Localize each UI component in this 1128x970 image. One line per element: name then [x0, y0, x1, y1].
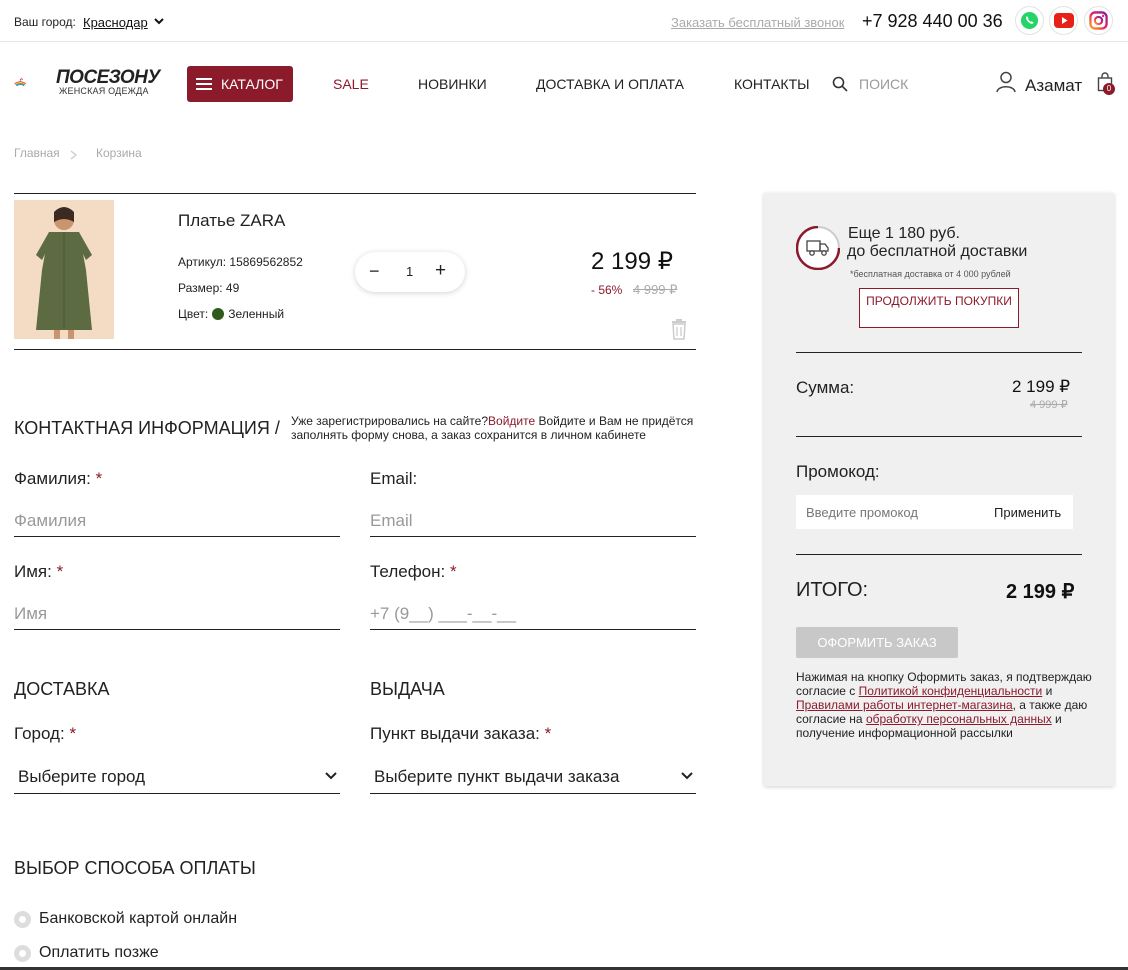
chevron-down-icon[interactable] [154, 16, 164, 26]
menu-icon [196, 78, 212, 90]
promo-apply-button[interactable]: Применить [994, 505, 1061, 520]
color-label: Цвет: [178, 307, 209, 321]
chevron-down-icon[interactable] [325, 772, 337, 780]
surname-label: Фамилия: * [14, 469, 103, 488]
nav-contacts[interactable]: КОНТАКТЫ [734, 76, 810, 92]
product-size: Размер: 49 [178, 281, 240, 295]
registration-note: Уже зарегистрировались на сайте?Войдите … [291, 414, 711, 442]
breadcrumb-cart: Корзина [96, 146, 142, 160]
chevron-down-icon[interactable] [681, 772, 693, 780]
total-value: 2 199 ₽ [1006, 581, 1075, 603]
promo-input[interactable]: Введите промокод [806, 505, 918, 520]
nav-new[interactable]: НОВИНКИ [418, 76, 487, 92]
chevron-right-icon [70, 150, 78, 160]
email-label: Email: [370, 469, 418, 488]
qty-plus-button[interactable]: + [435, 260, 446, 282]
sum-value: 2 199 ₽ [1012, 377, 1071, 396]
delivery-section-title: ДОСТАВКА [14, 679, 110, 699]
divider [796, 436, 1082, 437]
city-selector[interactable]: Краснодар [83, 15, 148, 30]
consent-part: и [1042, 684, 1053, 698]
nav-delivery[interactable]: ДОСТАВКА И ОПЛАТА [536, 76, 684, 92]
divider [796, 554, 1082, 555]
qty-minus-button[interactable]: − [369, 261, 380, 282]
cart-count-badge: 0 [1103, 83, 1115, 95]
store-rules-link[interactable]: Правилами работы интернет-магазина [796, 698, 1013, 712]
email-field[interactable]: Email [370, 511, 413, 531]
payment-section-title: ВЫБОР СПОСОБА ОПЛАТЫ [14, 858, 256, 878]
search-icon[interactable] [832, 76, 848, 92]
payment-radio-card[interactable] [14, 911, 31, 928]
product-article: Артикул: 15869562852 [178, 255, 303, 269]
logo-subtitle: ЖЕНСКАЯ ОДЕЖДА [59, 86, 149, 96]
personal-data-link[interactable]: обработку персональных данных [866, 712, 1052, 726]
progress-ring-icon [796, 226, 840, 270]
pickup-field-label: Пункт выдачи заказа: * [370, 724, 552, 743]
place-order-button[interactable]: ОФОРМИТЬ ЗАКАЗ [796, 627, 958, 658]
youtube-icon[interactable] [1049, 6, 1078, 35]
color-swatch [212, 308, 225, 320]
catalog-button[interactable]: КАТАЛОГ [187, 66, 293, 102]
phone-number[interactable]: +7 928 440 00 36 [862, 11, 1003, 32]
field-underline [370, 536, 696, 537]
product-color: Цвет: Зеленный [178, 307, 284, 321]
field-underline [370, 793, 696, 794]
contact-section-title: КОНТАКТНАЯ ИНФОРМАЦИЯ / [14, 418, 280, 438]
nav-sale[interactable]: SALE [333, 76, 369, 92]
free-delivery-remaining: Еще 1 180 руб. [848, 225, 960, 242]
logo-hanger-icon[interactable] [14, 64, 58, 100]
divider [14, 349, 696, 350]
total-label: ИТОГО: [796, 579, 869, 601]
promo-code-box: Введите промокод Применить [796, 495, 1073, 529]
privacy-policy-link[interactable]: Политикой конфиденциальности [859, 684, 1043, 698]
surname-field[interactable]: Фамилия [14, 511, 86, 531]
divider [796, 352, 1082, 353]
instagram-icon[interactable] [1084, 6, 1113, 35]
user-icon[interactable] [996, 71, 1016, 93]
payment-option-later[interactable]: Оплатить позже [39, 944, 159, 962]
callback-link[interactable]: Заказать бесплатный звонок [671, 15, 844, 30]
quantity-stepper: − 1 + [355, 252, 465, 292]
pickup-section-title: ВЫДАЧА [370, 679, 445, 699]
catalog-label: КАТАЛОГ [221, 76, 283, 92]
note-text: Уже зарегистрировались на сайте? [291, 414, 489, 428]
breadcrumb-home[interactable]: Главная [14, 146, 60, 160]
qty-value[interactable]: 1 [406, 264, 413, 279]
name-field[interactable]: Имя [14, 604, 47, 624]
discount-badge: - 56% [591, 283, 623, 297]
field-underline [14, 629, 340, 630]
color-value: Зеленный [228, 307, 285, 321]
sum-old-value: 4 999 ₽ [1030, 399, 1068, 411]
search-input[interactable]: ПОИСК [859, 76, 908, 92]
user-name[interactable]: Азамат [1025, 76, 1082, 96]
field-underline [14, 793, 340, 794]
payment-option-card[interactable]: Банковской картой онлайн [39, 910, 237, 928]
product-title[interactable]: Платье ZARA [178, 211, 285, 231]
login-link[interactable]: Войдите [488, 414, 535, 428]
product-image[interactable] [14, 200, 114, 339]
city-field-label: Город: * [14, 724, 77, 743]
whatsapp-icon[interactable] [1015, 6, 1044, 35]
product-price: 2 199 ₽ [591, 248, 673, 275]
free-delivery-note: *бесплатная доставка от 4 000 рублей [850, 269, 1011, 279]
pickup-select[interactable]: Выберите пункт выдачи заказа [374, 767, 619, 787]
old-price: 4 999 ₽ [633, 282, 678, 297]
payment-radio-later[interactable] [14, 945, 31, 962]
field-underline [14, 536, 340, 537]
phone-field[interactable]: +7 (9__) ___-__-__ [370, 604, 516, 624]
city-label: Ваш город: [14, 15, 76, 29]
divider [14, 193, 696, 194]
sum-label: Сумма: [796, 378, 855, 397]
continue-shopping-button[interactable]: ПРОДОЛЖИТЬ ПОКУПКИ [859, 288, 1019, 328]
city-select[interactable]: Выберите город [18, 767, 145, 787]
promo-label: Промокод: [796, 462, 880, 481]
consent-text: Нажимая на кнопку Оформить заказ, я подт… [796, 670, 1096, 740]
name-label: Имя: * [14, 562, 64, 581]
free-delivery-text: до бесплатной доставки [847, 243, 1028, 260]
field-underline [370, 629, 696, 630]
trash-icon[interactable] [669, 318, 689, 340]
phone-label: Телефон: * [370, 562, 457, 581]
